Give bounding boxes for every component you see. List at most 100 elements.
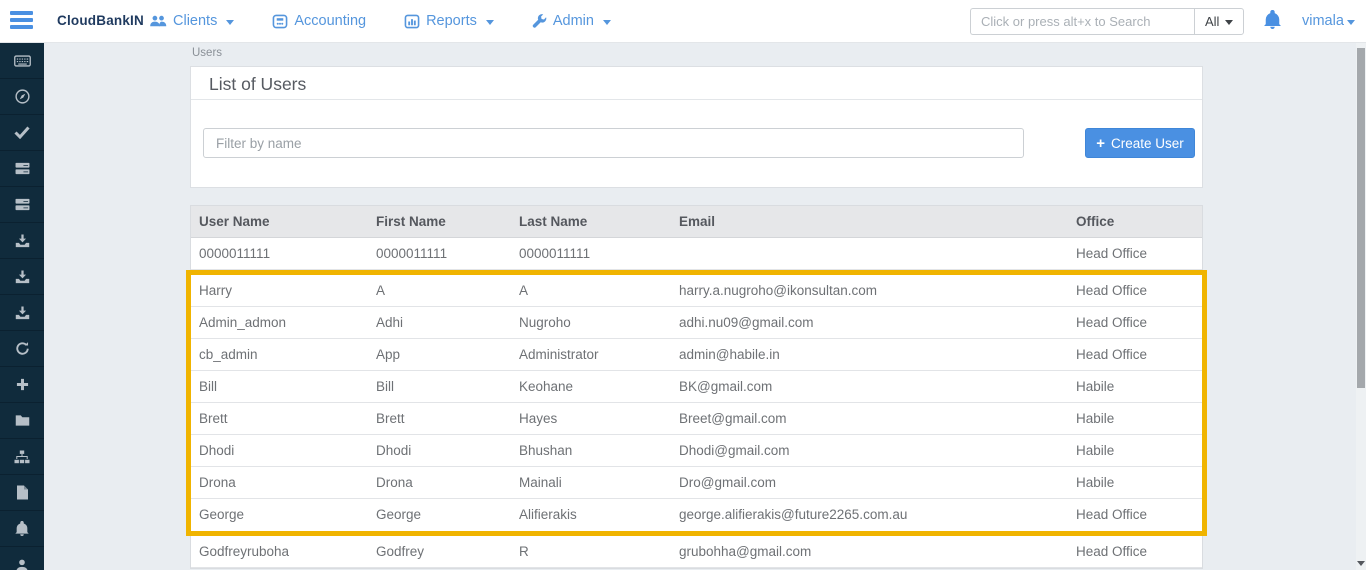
cell-first-name: Bill: [368, 371, 511, 402]
cell-last-name: Nugroho: [511, 307, 671, 338]
column-header-last-name[interactable]: Last Name: [511, 206, 671, 237]
cell-email: Breet@gmail.com: [671, 403, 1068, 434]
sidebar-item[interactable]: [0, 151, 44, 187]
scrollbar-thumb[interactable]: [1357, 48, 1365, 388]
table-row[interactable]: BrettBrettHayesBreet@gmail.comHabile: [191, 403, 1202, 435]
table-row[interactable]: BillBillKeohaneBK@gmail.comHabile: [191, 371, 1202, 403]
nav-item-reports[interactable]: Reports: [404, 13, 494, 29]
create-user-button[interactable]: + Create User: [1085, 128, 1195, 158]
cell-first-name: Adhi: [368, 307, 511, 338]
page-title: List of Users: [191, 67, 1202, 100]
cell-first-name: George: [368, 499, 511, 531]
cell-email: BK@gmail.com: [671, 371, 1068, 402]
users-table: User Name First Name Last Name Email Off…: [190, 205, 1203, 569]
cell-first-name: App: [368, 339, 511, 370]
table-row[interactable]: 000001111100000111110000011111Head Offic…: [191, 238, 1202, 270]
table-header-row: User Name First Name Last Name Email Off…: [191, 206, 1202, 238]
column-header-office[interactable]: Office: [1068, 206, 1202, 237]
sidebar-item[interactable]: [0, 223, 44, 259]
main-navigation: Clients Accounting Reports Admin: [150, 0, 611, 42]
cell-email: adhi.nu09@gmail.com: [671, 307, 1068, 338]
cell-office: Habile: [1068, 371, 1202, 402]
cell-email: harry.a.nugroho@ikonsultan.com: [671, 275, 1068, 306]
highlighted-rows-group: HarryAAharry.a.nugroho@ikonsultan.comHea…: [186, 270, 1207, 536]
table-row[interactable]: DronaDronaMainaliDro@gmail.comHabile: [191, 467, 1202, 499]
sidebar-item[interactable]: [0, 115, 44, 151]
sidebar-item[interactable]: [0, 511, 44, 547]
user-menu[interactable]: vimala: [1302, 0, 1355, 42]
caret-down-icon: [1225, 20, 1233, 25]
sidebar-item[interactable]: [0, 187, 44, 223]
search-input[interactable]: [970, 8, 1194, 35]
table-row[interactable]: Admin_admonAdhiNugrohoadhi.nu09@gmail.co…: [191, 307, 1202, 339]
cell-email: george.alifierakis@future2265.com.au: [671, 499, 1068, 531]
vertical-scrollbar[interactable]: [1356, 43, 1366, 570]
cell-last-name: Hayes: [511, 403, 671, 434]
scrollbar-down-arrow-icon[interactable]: [1357, 561, 1365, 566]
refresh-icon: [15, 341, 30, 356]
cell-user-name: cb_admin: [191, 339, 368, 370]
nav-item-accounting[interactable]: Accounting: [272, 13, 366, 29]
search-scope-dropdown[interactable]: All: [1194, 8, 1244, 35]
cell-email: Dro@gmail.com: [671, 467, 1068, 498]
cell-user-name: Dhodi: [191, 435, 368, 466]
user-name: vimala: [1302, 13, 1344, 29]
cell-email: [671, 238, 1068, 269]
caret-down-icon: [486, 20, 494, 25]
hamburger-menu-icon[interactable]: [10, 11, 34, 31]
check-icon: [14, 126, 30, 139]
users-icon: [150, 14, 167, 28]
left-sidebar: [0, 43, 44, 570]
filter-by-name-input[interactable]: [203, 128, 1024, 158]
nav-item-admin[interactable]: Admin: [532, 13, 611, 29]
tasks-icon: [15, 198, 30, 211]
nav-item-label: Admin: [553, 13, 594, 29]
table-row[interactable]: DhodiDhodiBhushanDhodi@gmail.comHabile: [191, 435, 1202, 467]
plus-icon: +: [1096, 136, 1105, 151]
caret-down-icon: [226, 20, 234, 25]
sidebar-item[interactable]: [0, 43, 44, 79]
sidebar-item[interactable]: [0, 367, 44, 403]
sidebar-item[interactable]: [0, 295, 44, 331]
cell-office: Habile: [1068, 467, 1202, 498]
cell-office: Head Office: [1068, 339, 1202, 370]
notifications-bell-icon[interactable]: [1264, 10, 1281, 34]
column-header-first-name[interactable]: First Name: [368, 206, 511, 237]
nav-item-label: Accounting: [294, 13, 366, 29]
sitemap-icon: [14, 450, 30, 464]
sidebar-item[interactable]: [0, 79, 44, 115]
cell-email: grubohha@gmail.com: [671, 536, 1068, 567]
cell-last-name: Keohane: [511, 371, 671, 402]
sidebar-item[interactable]: [0, 439, 44, 475]
sidebar-item[interactable]: [0, 259, 44, 295]
global-search: All: [970, 8, 1244, 35]
cell-office: Head Office: [1068, 499, 1202, 531]
cell-user-name: Brett: [191, 403, 368, 434]
cell-office: Head Office: [1068, 238, 1202, 269]
list-of-users-panel: List of Users + Create User: [190, 66, 1203, 188]
download-icon: [15, 234, 30, 248]
top-navbar: CloudBankIN Clients Accounting Reports A…: [0, 0, 1366, 43]
cell-user-name: Bill: [191, 371, 368, 402]
cell-first-name: Dhodi: [368, 435, 511, 466]
cell-last-name: Administrator: [511, 339, 671, 370]
sidebar-item[interactable]: [0, 331, 44, 367]
sidebar-item[interactable]: [0, 403, 44, 439]
search-scope-label: All: [1205, 14, 1219, 29]
column-header-email[interactable]: Email: [671, 206, 1068, 237]
cell-office: Habile: [1068, 435, 1202, 466]
cell-office: Head Office: [1068, 536, 1202, 567]
column-header-user-name[interactable]: User Name: [191, 206, 368, 237]
cell-first-name: Brett: [368, 403, 511, 434]
sidebar-item[interactable]: [0, 547, 44, 570]
nav-item-clients[interactable]: Clients: [150, 13, 234, 29]
cell-user-name: George: [191, 499, 368, 531]
breadcrumb: Users: [192, 47, 222, 59]
table-row[interactable]: cb_adminAppAdministratoradmin@habile.inH…: [191, 339, 1202, 371]
table-row[interactable]: GeorgeGeorgeAlifierakisgeorge.alifieraki…: [191, 499, 1202, 531]
table-row[interactable]: HarryAAharry.a.nugroho@ikonsultan.comHea…: [191, 275, 1202, 307]
sidebar-item[interactable]: [0, 475, 44, 511]
cell-last-name: R: [511, 536, 671, 567]
user-icon: [15, 558, 29, 570]
table-row[interactable]: GodfreyrubohaGodfreyRgrubohha@gmail.comH…: [191, 536, 1202, 568]
